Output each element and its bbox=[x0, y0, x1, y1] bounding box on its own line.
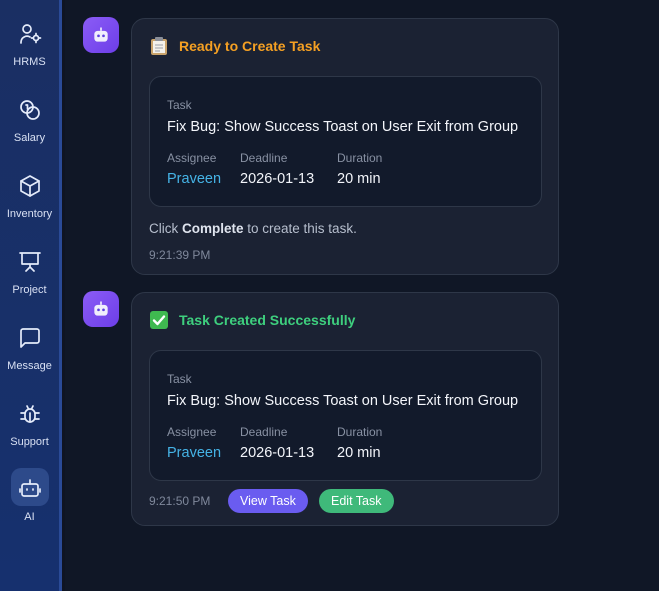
instruction-text: Click Complete to create this task. bbox=[149, 221, 357, 236]
sidebar-item-inventory[interactable]: Inventory bbox=[0, 172, 59, 242]
message-timestamp: 9:21:39 PM bbox=[149, 248, 211, 262]
assignee-link[interactable]: Praveen bbox=[167, 171, 221, 187]
task-label: Task bbox=[167, 98, 192, 112]
clipboard-icon bbox=[149, 36, 169, 56]
note-prefix: Click bbox=[149, 221, 182, 236]
robot-icon bbox=[18, 476, 42, 500]
duration-field: Duration 20 min bbox=[337, 151, 382, 187]
card-heading: Task Created Successfully bbox=[179, 312, 356, 328]
assignee-field: Assignee Praveen bbox=[167, 151, 221, 187]
message-timestamp: 9:21:50 PM bbox=[149, 494, 211, 508]
box-icon bbox=[18, 174, 42, 198]
bot-avatar bbox=[83, 291, 119, 327]
check-box-icon bbox=[149, 310, 169, 330]
assignee-label: Assignee bbox=[167, 151, 217, 165]
deadline-label: Deadline bbox=[240, 151, 288, 165]
duration-field: Duration 20 min bbox=[337, 425, 382, 461]
task-title: Fix Bug: Show Success Toast on User Exit… bbox=[167, 119, 519, 135]
task-details-box: Task Fix Bug: Show Success Toast on User… bbox=[149, 350, 542, 481]
sidebar-item-hrms[interactable]: HRMS bbox=[0, 20, 59, 90]
view-task-button[interactable]: View Task bbox=[228, 489, 308, 513]
duration-label: Duration bbox=[337, 425, 383, 439]
deadline-field: Deadline 2026-01-13 bbox=[240, 425, 314, 461]
sidebar-item-label: Inventory bbox=[6, 208, 53, 220]
deadline-value: 2026-01-13 bbox=[240, 171, 315, 187]
card-header: Task Created Successfully bbox=[149, 310, 355, 330]
user-settings-icon bbox=[18, 22, 42, 46]
robot-avatar-icon bbox=[94, 27, 108, 42]
message-icon bbox=[18, 326, 42, 350]
presentation-icon bbox=[18, 250, 42, 274]
duration-label: Duration bbox=[337, 151, 383, 165]
coins-icon bbox=[18, 98, 42, 122]
assignee-label: Assignee bbox=[167, 425, 217, 439]
sidebar-item-support[interactable]: Support bbox=[0, 400, 59, 470]
deadline-value: 2026-01-13 bbox=[240, 445, 315, 461]
message-card-created: Task Created Successfully Task Fix Bug: … bbox=[131, 292, 559, 526]
sidebar-item-label: Support bbox=[10, 436, 49, 448]
card-header: Ready to Create Task bbox=[149, 36, 320, 56]
assignee-field: Assignee Praveen bbox=[167, 425, 221, 461]
sidebar: HRMS Salary Inventory Project Message Su… bbox=[0, 0, 62, 591]
note-suffix: to create this task. bbox=[243, 221, 357, 236]
edit-task-button[interactable]: Edit Task bbox=[319, 489, 394, 513]
assignee-link[interactable]: Praveen bbox=[167, 445, 221, 461]
sidebar-item-project[interactable]: Project bbox=[0, 248, 59, 318]
sidebar-item-label: HRMS bbox=[13, 56, 46, 68]
duration-value: 20 min bbox=[337, 445, 381, 461]
message-card-ready: Ready to Create Task Task Fix Bug: Show … bbox=[131, 18, 559, 275]
bug-icon bbox=[18, 402, 42, 426]
robot-avatar-icon bbox=[94, 301, 108, 316]
sidebar-item-label: Project bbox=[12, 284, 47, 296]
ai-active-highlight bbox=[10, 468, 49, 506]
task-label: Task bbox=[167, 372, 192, 386]
sidebar-item-message[interactable]: Message bbox=[0, 324, 59, 394]
deadline-field: Deadline 2026-01-13 bbox=[240, 151, 314, 187]
sidebar-item-label: AI bbox=[24, 511, 35, 523]
deadline-label: Deadline bbox=[240, 425, 288, 439]
sidebar-item-label: Message bbox=[7, 360, 52, 372]
task-title: Fix Bug: Show Success Toast on User Exit… bbox=[167, 393, 519, 409]
note-bold: Complete bbox=[182, 221, 244, 236]
sidebar-item-salary[interactable]: Salary bbox=[0, 96, 59, 166]
bot-avatar bbox=[83, 17, 119, 53]
task-details-box: Task Fix Bug: Show Success Toast on User… bbox=[149, 76, 542, 207]
sidebar-item-ai[interactable]: AI bbox=[0, 468, 59, 543]
duration-value: 20 min bbox=[337, 171, 381, 187]
card-heading: Ready to Create Task bbox=[179, 38, 321, 54]
sidebar-item-label: Salary bbox=[13, 132, 46, 144]
